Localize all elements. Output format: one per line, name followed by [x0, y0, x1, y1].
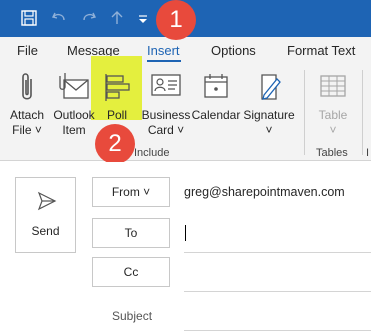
table-button[interactable]: Table ˅ [309, 65, 357, 145]
envelope-icon [57, 71, 91, 104]
redo-icon[interactable] [80, 9, 98, 27]
from-button[interactable]: From ˅ [92, 177, 170, 207]
business-card-label-2: Card ˅ [147, 123, 185, 137]
subject-input[interactable] [184, 330, 371, 331]
signature-icon [254, 71, 284, 106]
to-input[interactable] [184, 252, 371, 253]
business-card-label-1: Business [141, 108, 191, 122]
poll-icon [101, 71, 133, 106]
group-label-include: Include [134, 147, 170, 159]
tab-file[interactable]: File [17, 43, 38, 58]
active-tab-indicator [147, 60, 181, 62]
attach-file-label-2: File ˅ [12, 123, 42, 137]
cc-button[interactable]: Cc [92, 257, 170, 287]
table-label-1: Table [318, 108, 348, 122]
attach-file-button[interactable]: Attach File ˅ [4, 65, 50, 145]
group-label-cut: I [366, 147, 370, 159]
signature-button[interactable]: Signature ˅ [242, 65, 296, 145]
tab-format-text[interactable]: Format Text [287, 43, 355, 58]
from-address: greg@sharepointmaven.com [184, 185, 345, 199]
signature-label-1: Signature [243, 108, 295, 122]
group-separator [362, 70, 363, 155]
business-card-button[interactable]: Business Card ˅ [141, 65, 191, 145]
save-icon[interactable] [20, 9, 38, 27]
group-label-tables: Tables [316, 147, 348, 159]
business-card-icon [149, 71, 183, 102]
calendar-button[interactable]: Calendar [191, 65, 241, 145]
text-cursor [185, 225, 186, 241]
tab-insert[interactable]: Insert [147, 43, 180, 58]
outlook-item-label-1: Outlook [53, 108, 95, 122]
signature-label-2: ˅ [265, 123, 273, 137]
outlook-item-label-2: Item [62, 123, 86, 137]
cc-input[interactable] [184, 291, 371, 292]
send-button[interactable]: Send [15, 177, 76, 253]
attach-file-label-1: Attach [9, 108, 45, 122]
table-icon [318, 71, 348, 104]
outlook-item-button[interactable]: Outlook Item [50, 65, 98, 145]
calendar-label: Calendar [191, 108, 241, 122]
ribbon-tabs: File Message Insert Options Format Text [0, 37, 371, 63]
callout-badge-1: 1 [156, 0, 196, 40]
send-label: Send [31, 224, 60, 238]
group-separator [304, 70, 305, 155]
up-arrow-icon[interactable] [108, 9, 126, 27]
poll-label: Poll [106, 108, 127, 122]
undo-icon[interactable] [50, 9, 68, 27]
customize-qat-icon[interactable] [134, 9, 152, 27]
paperclip-icon [16, 71, 38, 108]
callout-badge-2: 2 [95, 124, 135, 164]
to-button[interactable]: To [92, 218, 170, 248]
tab-options[interactable]: Options [211, 43, 256, 58]
calendar-icon [201, 71, 231, 104]
subject-label: Subject [112, 309, 153, 323]
table-label-2: ˅ [329, 123, 337, 137]
send-icon [37, 191, 57, 214]
